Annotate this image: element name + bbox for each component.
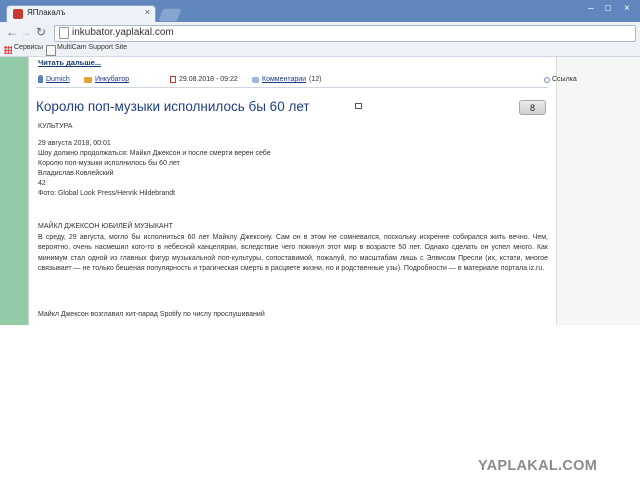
author-link[interactable]: Dumich: [46, 76, 70, 83]
bookmark-page-icon: [46, 45, 56, 56]
open-external-icon[interactable]: [355, 103, 362, 109]
comments-icon: [252, 77, 259, 83]
bookmark-services[interactable]: Сервисы: [14, 44, 43, 51]
post-meta-line: Dumich Инкубатор 29.08.2018 - 09:22 Комм…: [36, 73, 577, 88]
body-line-author: Владислав Ковлейский: [38, 170, 114, 177]
body-line-photo-credit: Фото: Global Look Press/Henrik Hildebran…: [38, 190, 176, 197]
body-line-headline: Королю поп-музыки исполнилось бы 60 лет: [38, 160, 180, 167]
user-icon: [38, 75, 43, 83]
apps-grid-icon[interactable]: [4, 46, 12, 54]
browser-tab[interactable]: ЯПлакалъ ×: [6, 5, 156, 22]
permalink[interactable]: Ссылка: [552, 76, 577, 83]
body-line-date: 29 августа 2018, 00:01: [38, 140, 111, 147]
minimize-button[interactable]: –: [588, 3, 594, 14]
post-title[interactable]: Королю поп-музыки исполнилось бы 60 лет: [36, 99, 310, 114]
left-green-sidebar: [0, 57, 28, 325]
content-divider: [28, 57, 29, 325]
right-sidebar: [556, 57, 640, 325]
read-more-link[interactable]: Читать дальше...: [38, 58, 101, 67]
new-tab-button[interactable]: [157, 8, 183, 22]
browser-toolbar: ← → ↻ inkubator.yaplakal.com: [0, 22, 640, 45]
forward-arrow-icon[interactable]: →: [20, 25, 32, 39]
watermark: YAPLAKAL.COM: [478, 458, 598, 474]
address-bar[interactable]: inkubator.yaplakal.com: [54, 25, 636, 42]
link-icon: [544, 77, 550, 83]
maximize-button[interactable]: □: [605, 3, 611, 14]
site-favicon-icon: [13, 9, 23, 19]
blank-area: YAPLAKAL.COM: [0, 325, 640, 496]
comments-link[interactable]: Комментарии: [262, 76, 306, 83]
reload-icon[interactable]: ↻: [36, 25, 46, 39]
url-text[interactable]: inkubator.yaplakal.com: [72, 27, 174, 38]
comments-count: (12): [309, 76, 322, 83]
post-paragraph: В среду, 29 августа, могло бы исполнитьс…: [38, 234, 548, 272]
bookmark-multicam[interactable]: MultiCam Support Site: [57, 44, 127, 51]
folder-icon: [84, 77, 92, 83]
tab-close-icon[interactable]: ×: [145, 7, 150, 17]
section-link[interactable]: Инкубатор: [95, 76, 129, 83]
rating-counter[interactable]: 8: [519, 100, 546, 115]
body-line-subtitle: Шоу должно продолжаться: Майкл Джексон и…: [38, 150, 271, 157]
body-line-number: 42: [38, 180, 46, 187]
back-arrow-icon[interactable]: ←: [6, 25, 18, 39]
post-date: 29.08.2018 - 09:22: [179, 76, 238, 83]
tab-title: ЯПлакалъ: [27, 8, 66, 17]
close-window-button[interactable]: ×: [624, 3, 630, 14]
bookmarks-bar: Сервисы MultiCam Support Site: [0, 44, 640, 57]
post-category: КУЛЬТУРА: [38, 123, 73, 130]
page-content: Читать дальше... Dumich Инкубатор 29.08.…: [0, 57, 640, 325]
post-tags: МАЙКЛ ДЖЕКСОН ЮБИЛЕЙ МУЗЫКАНТ: [38, 223, 173, 230]
browser-title-bar: ЯПлакалъ × – □ ×: [0, 0, 640, 22]
page-icon: [59, 27, 69, 39]
body-last-line: Майкл Джексон возглавил хит-парад Spotif…: [38, 311, 265, 318]
calendar-icon: [170, 76, 176, 83]
